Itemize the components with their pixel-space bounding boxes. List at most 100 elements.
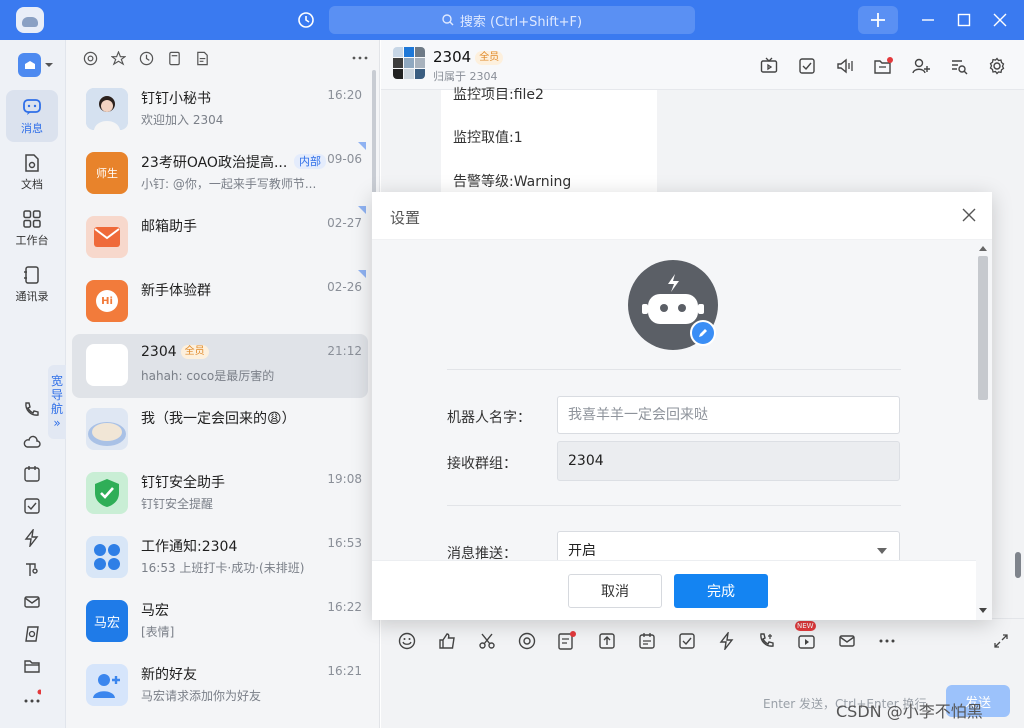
mail-icon[interactable] (22, 592, 42, 612)
guide-char: 导 (50, 388, 63, 402)
conversation-preview: hahah: coco是最厉害的 (141, 369, 275, 383)
robot-avatar[interactable] (628, 260, 720, 350)
conversation-time: 02-27 (327, 216, 362, 230)
conversation-item[interactable]: Hi 新手体验群 02-26 (72, 270, 368, 334)
avatar (86, 344, 128, 386)
nav-item-messages[interactable]: 消息 (6, 90, 58, 142)
mention-icon[interactable] (517, 631, 537, 651)
live-video-icon[interactable]: NEW (795, 621, 817, 651)
search-input[interactable]: 搜索 (Ctrl+Shift+F) (329, 6, 695, 34)
group-folder-icon[interactable] (873, 56, 893, 76)
minimize-icon (922, 19, 934, 21)
connector-icon[interactable] (22, 560, 42, 580)
scissors-icon[interactable] (477, 631, 497, 651)
org-switcher[interactable] (18, 53, 54, 77)
title-text: 2304 (141, 344, 177, 360)
scroll-up-arrow-icon[interactable] (979, 246, 987, 251)
file-icon[interactable] (166, 50, 182, 66)
thumbs-up-icon[interactable] (437, 631, 457, 651)
add-button[interactable] (858, 6, 898, 34)
nav-item-docs[interactable]: 文档 (6, 146, 58, 198)
live-icon[interactable] (759, 56, 779, 76)
conversation-item[interactable]: 钉钉安全助手 钉钉安全提醒 19:08 (72, 462, 368, 526)
cloud-icon[interactable] (22, 432, 42, 452)
at-icon[interactable] (82, 50, 98, 66)
app-logo[interactable] (16, 7, 44, 33)
todo-icon[interactable] (22, 496, 42, 516)
conversation-preview: 钉钉安全提醒 (141, 497, 214, 511)
close-window-button[interactable] (990, 10, 1010, 30)
nav-label: 通讯录 (15, 289, 49, 303)
more-icon[interactable] (22, 688, 42, 708)
conversation-item[interactable]: 师生 23考研OAO政治提高... 内部 小钉: @你，一起来手写教师节... … (72, 142, 368, 206)
conversation-title: 新手体验群 (141, 283, 211, 299)
upload-icon[interactable] (597, 631, 617, 651)
dialog-scroll-thumb[interactable] (978, 256, 988, 400)
maximize-button[interactable] (954, 10, 974, 30)
chat-title-text: 2304 (433, 48, 472, 66)
voice-call-icon[interactable] (757, 631, 777, 651)
confirm-button[interactable]: 完成 (674, 574, 768, 608)
lightning-icon[interactable] (717, 631, 737, 651)
conversation-item[interactable]: 钉钉小秘书 欢迎加入 2304 16:20 (72, 78, 368, 142)
conversation-panel: 钉钉小秘书 欢迎加入 2304 16:20 师生 23考研OAO政治提高... … (66, 40, 380, 728)
folder-icon[interactable] (22, 656, 42, 676)
history-icon[interactable] (296, 10, 316, 30)
conversation-item[interactable]: 马宏 马宏 [表情] 16:22 (72, 590, 368, 654)
scroll-down-arrow-icon[interactable] (979, 608, 987, 613)
more-tools-icon[interactable] (877, 631, 897, 651)
conversation-time: 16:20 (327, 88, 362, 102)
phone-icon[interactable] (22, 400, 42, 420)
nav-item-workbench[interactable]: 工作台 (6, 202, 58, 254)
conversation-title: 工作通知:2304 (141, 539, 238, 555)
message-line: 告警等级:Warning (453, 174, 572, 190)
avatar-text: 马宏 (93, 615, 120, 631)
ding-icon[interactable] (22, 624, 42, 644)
nav-item-contacts[interactable]: 通讯录 (6, 258, 58, 310)
calendar-icon[interactable] (22, 464, 42, 484)
search-history-icon[interactable] (949, 56, 969, 76)
task-icon[interactable] (797, 56, 817, 76)
conversation-item[interactable]: 新的好友 马宏请求添加你为好友 16:21 (72, 654, 368, 718)
wide-nav-toggle[interactable]: 宽 导 航 » (48, 365, 66, 439)
robot-name-input[interactable] (557, 396, 900, 434)
conversation-item[interactable]: 邮箱助手 02-27 (72, 206, 368, 270)
conversation-item[interactable]: 我（我一定会回来的😩） (72, 398, 368, 462)
mail-icon[interactable] (837, 631, 857, 651)
dialog-footer: 取消 完成 (372, 560, 976, 620)
edit-avatar-button[interactable] (690, 320, 716, 346)
chevron-down-icon (877, 548, 887, 554)
conversation-time: 21:12 (327, 344, 362, 358)
group-avatar[interactable] (393, 47, 425, 79)
push-select[interactable]: 开启 (557, 531, 900, 560)
chat-subtitle: 归属于 2304 (433, 70, 498, 83)
avatar (86, 216, 128, 258)
conversation-title: 钉钉小秘书 (141, 91, 211, 107)
gear-icon[interactable] (987, 56, 1007, 76)
conversation-item[interactable]: 工作通知:2304 16:53 上班打卡·成功·(未排班) 16:53 (72, 526, 368, 590)
add-member-icon[interactable] (911, 56, 931, 76)
chat-title[interactable]: 2304 全员 (433, 48, 504, 66)
emoji-icon[interactable] (397, 631, 417, 651)
cancel-button[interactable]: 取消 (568, 574, 662, 608)
chat-scrollbar[interactable] (1015, 552, 1021, 578)
message-line: 监控项目:file2 (453, 87, 544, 103)
clock-icon[interactable] (138, 50, 154, 66)
schedule-icon[interactable] (637, 631, 657, 651)
all-members-badge: 全员 (475, 51, 504, 65)
minimize-button[interactable] (918, 10, 938, 30)
clover-icon (94, 544, 120, 570)
close-icon (962, 208, 976, 222)
speaker-icon[interactable] (835, 56, 855, 76)
expand-icon[interactable] (991, 631, 1011, 651)
conversation-title: 邮箱助手 (141, 219, 197, 235)
star-icon[interactable] (110, 50, 126, 66)
conversation-item-selected[interactable]: 2304 全员 hahah: coco是最厉害的 21:12 (72, 334, 368, 398)
more-options-icon[interactable] (352, 50, 368, 66)
check-task-icon[interactable] (677, 631, 697, 651)
doc-icon[interactable] (194, 50, 210, 66)
lightning-icon[interactable] (22, 528, 42, 548)
ding-message-icon[interactable] (557, 631, 577, 651)
pin-corner (358, 206, 366, 214)
dialog-close-button[interactable] (962, 208, 978, 224)
